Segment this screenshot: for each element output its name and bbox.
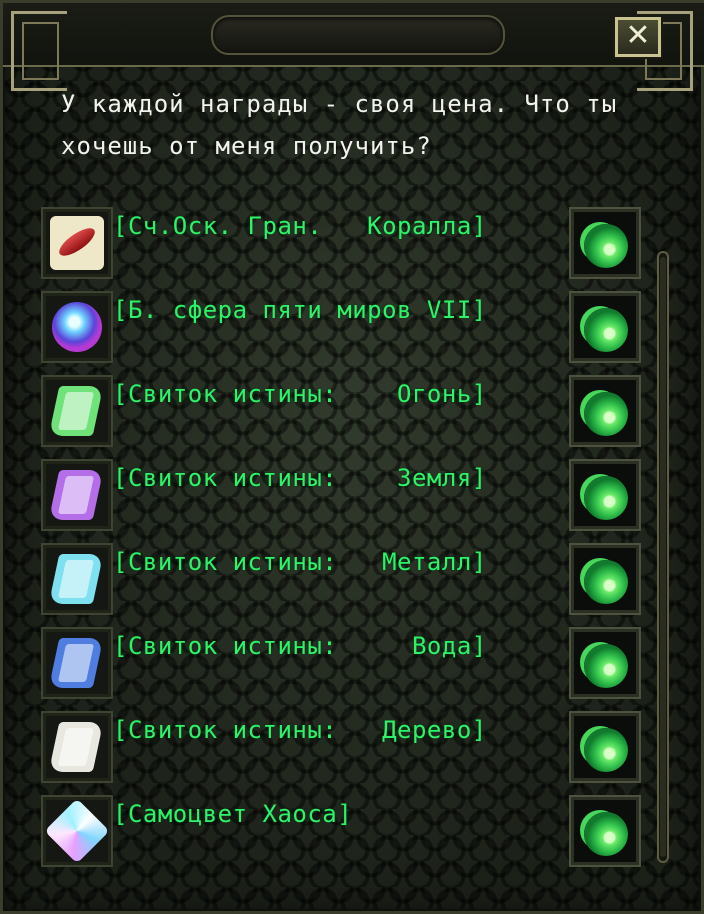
reward-item-name[interactable]: [Самоцвет Хаоса] (113, 797, 553, 831)
select-reward-button[interactable] (569, 627, 641, 699)
reward-row: [Сч.Оск. Гран. Коралла] (41, 207, 643, 279)
scroll-icon[interactable] (41, 711, 113, 783)
select-reward-button[interactable] (569, 711, 641, 783)
select-reward-button[interactable] (569, 795, 641, 867)
select-reward-button[interactable] (569, 543, 641, 615)
ornament-corner-left (11, 11, 67, 91)
reward-item-name[interactable]: [Свиток истины: Металл] (113, 545, 553, 579)
reward-row: [Свиток истины: Вода] (41, 627, 643, 699)
title-bar[interactable] (3, 3, 704, 67)
reward-row: [Б. сфера пяти миров VII] (41, 291, 643, 363)
select-reward-button[interactable] (569, 207, 641, 279)
reward-item-name[interactable]: [Свиток истины: Дерево] (113, 713, 553, 747)
reward-item-name[interactable]: [Свиток истины: Огонь] (113, 377, 553, 411)
reward-item-name[interactable]: [Свиток истины: Земля] (113, 461, 553, 495)
reward-item-name[interactable]: [Свиток истины: Вода] (113, 629, 553, 663)
reward-dialog: ✕ У каждой награды - своя цена. Что ты х… (0, 0, 704, 914)
npc-prompt-text: У каждой награды - своя цена. Что ты хоч… (61, 90, 618, 160)
scroll-icon[interactable] (41, 459, 113, 531)
reward-row: [Самоцвет Хаоса] (41, 795, 643, 867)
scroll-icon[interactable] (41, 627, 113, 699)
scrollbar[interactable] (657, 251, 669, 863)
select-reward-button[interactable] (569, 459, 641, 531)
reward-item-name[interactable]: [Сч.Оск. Гран. Коралла] (113, 209, 553, 243)
reward-row: [Свиток истины: Огонь] (41, 375, 643, 447)
reward-item-name[interactable]: [Б. сфера пяти миров VII] (113, 293, 553, 327)
five-worlds-sphere-icon[interactable] (41, 291, 113, 363)
reward-row: [Свиток истины: Металл] (41, 543, 643, 615)
reward-row: [Свиток истины: Дерево] (41, 711, 643, 783)
coral-shard-icon[interactable] (41, 207, 113, 279)
select-reward-button[interactable] (569, 375, 641, 447)
scroll-thumb[interactable] (660, 257, 666, 857)
scroll-icon[interactable] (41, 375, 113, 447)
title-slot (211, 15, 505, 55)
close-button[interactable]: ✕ (615, 17, 661, 57)
chaos-gem-icon[interactable] (41, 795, 113, 867)
scroll-icon[interactable] (41, 543, 113, 615)
reward-row: [Свиток истины: Земля] (41, 459, 643, 531)
select-reward-button[interactable] (569, 291, 641, 363)
